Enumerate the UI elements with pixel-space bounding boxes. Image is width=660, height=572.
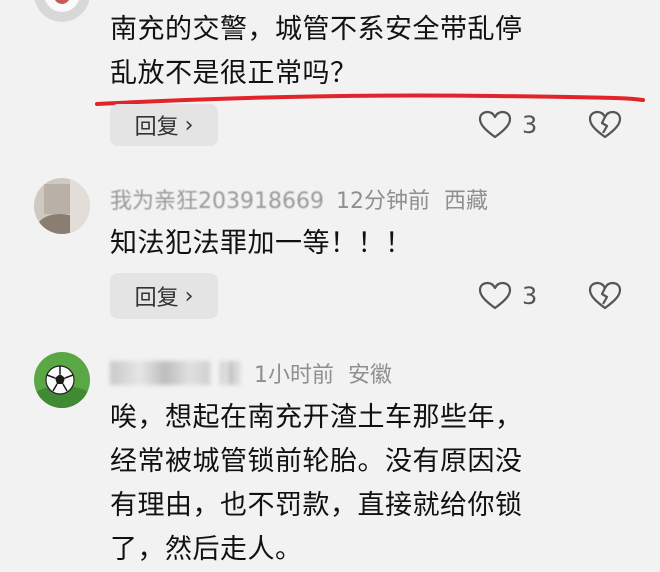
badge-redacted bbox=[220, 361, 240, 385]
chevron-right-icon: › bbox=[184, 112, 194, 138]
reply-button[interactable]: 回复 › bbox=[110, 104, 218, 146]
comment-text-line: 南充的交警，城管不系安全带乱停 bbox=[110, 14, 523, 45]
comment-text: 知法犯法罪加一等！！！ bbox=[110, 222, 640, 266]
comment-meta: 我为亲狂203918669 12分钟前 西藏 bbox=[110, 184, 488, 214]
broken-heart-icon bbox=[588, 110, 622, 139]
avatar[interactable] bbox=[34, 0, 90, 22]
comment-text-line: 有理由，也不罚款，直接就给你锁 bbox=[110, 490, 523, 521]
comment-meta: 1小时前 安徽 bbox=[110, 358, 392, 388]
soccer-ball-icon bbox=[34, 352, 90, 408]
like-button[interactable]: 3 bbox=[478, 102, 537, 148]
timestamp: 1小时前 bbox=[254, 363, 334, 388]
chevron-right-icon: › bbox=[184, 283, 194, 309]
comment-text-line: 了，然后走人。 bbox=[110, 534, 303, 565]
location: 安徽 bbox=[348, 363, 393, 388]
timestamp: 12分钟前 bbox=[335, 189, 430, 214]
comment-text-line: 经常被城管锁前轮胎。没有原因没 bbox=[110, 446, 523, 477]
comment-text: 南充的交警，城管不系安全带乱停 乱放不是很正常吗？ bbox=[110, 8, 640, 96]
reply-button[interactable]: 回复 › bbox=[110, 273, 218, 319]
reply-label: 回复 bbox=[134, 115, 179, 140]
broken-heart-icon bbox=[588, 281, 622, 310]
username[interactable]: 我为亲狂203918669 bbox=[110, 183, 324, 215]
comment-text: 唉，想起在南充开渣土车那些年， 经常被城管锁前轮胎。没有原因没 有理由，也不罚款… bbox=[110, 396, 640, 572]
username-redacted bbox=[110, 361, 210, 385]
heart-outline-icon bbox=[478, 110, 512, 139]
like-count: 3 bbox=[522, 111, 538, 139]
like-button[interactable]: 3 bbox=[478, 273, 537, 319]
location: 西藏 bbox=[443, 189, 488, 214]
like-count: 3 bbox=[522, 282, 538, 310]
avatar[interactable] bbox=[34, 178, 90, 234]
heart-outline-icon bbox=[478, 281, 512, 310]
avatar-image bbox=[34, 0, 90, 22]
dislike-button[interactable] bbox=[588, 102, 622, 148]
avatar[interactable] bbox=[34, 352, 90, 408]
dislike-button[interactable] bbox=[588, 273, 622, 319]
comment-text-line: 唉，想起在南充开渣土车那些年， bbox=[110, 402, 523, 433]
reply-label: 回复 bbox=[134, 286, 179, 311]
comment-text-line: 知法犯法罪加一等！！！ bbox=[110, 228, 413, 259]
avatar-image bbox=[34, 178, 90, 234]
